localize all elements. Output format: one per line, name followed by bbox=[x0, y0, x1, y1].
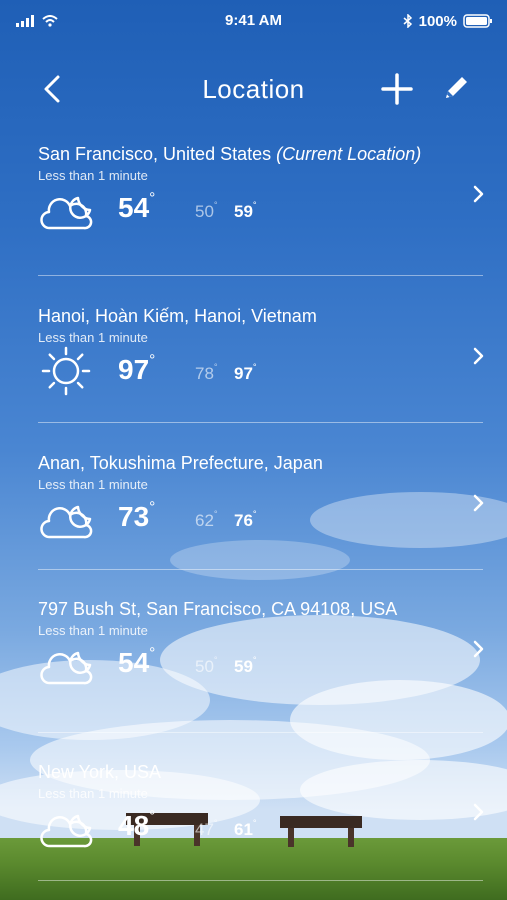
location-row[interactable]: Anan, Tokushima Prefecture, Japan Less t… bbox=[0, 453, 507, 563]
high-temp: 59° bbox=[234, 655, 257, 676]
divider bbox=[38, 880, 483, 881]
current-temp: 97° bbox=[118, 352, 156, 385]
location-row[interactable]: San Francisco, United States (Current Lo… bbox=[0, 144, 507, 254]
divider bbox=[38, 422, 483, 423]
divider bbox=[38, 732, 483, 733]
add-icon[interactable] bbox=[380, 72, 414, 106]
low-temp: 50° bbox=[195, 200, 218, 221]
nav-bar: Location bbox=[0, 62, 507, 118]
low-temp: 78° bbox=[195, 362, 218, 383]
current-temp: 54° bbox=[118, 645, 156, 678]
edit-icon[interactable] bbox=[440, 72, 472, 104]
updated-time: Less than 1 minute bbox=[38, 330, 148, 345]
location-name: 797 Bush St, San Francisco, CA 94108, US… bbox=[38, 599, 398, 619]
chevron-right-icon[interactable] bbox=[470, 802, 486, 822]
chevron-right-icon[interactable] bbox=[470, 639, 486, 659]
location-row[interactable]: 797 Bush St, San Francisco, CA 94108, US… bbox=[0, 599, 507, 709]
location-name: San Francisco, United States (Current Lo… bbox=[38, 144, 422, 164]
location-row[interactable]: New York, USA Less than 1 minute 48° 47°… bbox=[0, 762, 507, 872]
partly-cloudy-night-icon bbox=[40, 493, 102, 543]
updated-time: Less than 1 minute bbox=[38, 786, 148, 801]
chevron-right-icon[interactable] bbox=[470, 346, 486, 366]
low-temp: 50° bbox=[195, 655, 218, 676]
updated-time: Less than 1 minute bbox=[38, 477, 148, 492]
high-temp: 97° bbox=[234, 362, 257, 383]
partly-cloudy-night-icon bbox=[40, 639, 102, 689]
location-name: Hanoi, Hoàn Kiếm, Hanoi, Vietnam bbox=[38, 306, 317, 326]
low-temp: 62° bbox=[195, 509, 218, 530]
updated-time: Less than 1 minute bbox=[38, 168, 148, 183]
location-name: Anan, Tokushima Prefecture, Japan bbox=[38, 453, 323, 473]
sunny-icon bbox=[40, 346, 102, 396]
current-temp: 54° bbox=[118, 190, 156, 223]
location-row[interactable]: Hanoi, Hoàn Kiếm, Hanoi, Vietnam Less th… bbox=[0, 306, 507, 416]
current-temp: 48° bbox=[118, 808, 156, 841]
low-temp: 47° bbox=[195, 818, 218, 839]
partly-cloudy-night-icon bbox=[40, 802, 102, 852]
status-bar: 9:41 AM 100% bbox=[0, 0, 507, 42]
status-time: 9:41 AM bbox=[225, 12, 282, 29]
current-temp: 73° bbox=[118, 499, 156, 532]
divider bbox=[38, 569, 483, 570]
high-temp: 59° bbox=[234, 200, 257, 221]
divider bbox=[38, 275, 483, 276]
chevron-right-icon[interactable] bbox=[470, 493, 486, 513]
partly-cloudy-night-icon bbox=[40, 184, 102, 234]
high-temp: 76° bbox=[234, 509, 257, 530]
current-location-label: (Current Location) bbox=[276, 144, 422, 164]
chevron-right-icon[interactable] bbox=[470, 184, 486, 204]
page-title: Location bbox=[202, 74, 305, 104]
high-temp: 61° bbox=[234, 818, 257, 839]
location-name: New York, USA bbox=[38, 762, 162, 782]
updated-time: Less than 1 minute bbox=[38, 623, 148, 638]
